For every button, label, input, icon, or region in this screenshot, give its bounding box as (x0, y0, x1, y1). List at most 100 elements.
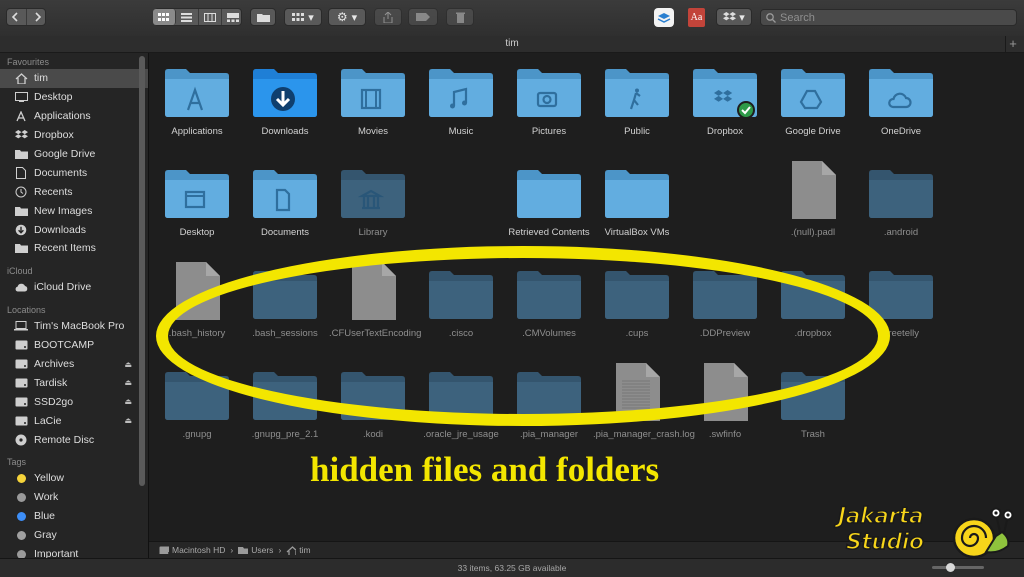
search-icon (766, 12, 776, 23)
path-segment-macintosh-hd[interactable]: Macintosh HD (159, 545, 225, 555)
sidebar-item-tardisk[interactable]: Tardisk ⏏ (0, 373, 148, 392)
folder-item[interactable]: OneDrive (857, 66, 945, 138)
folder-item[interactable]: .gnupg_pre_2.1 (241, 369, 329, 441)
edit-tags-button[interactable] (408, 8, 438, 26)
folder-item[interactable]: .pia_manager (505, 369, 593, 441)
eject-icon[interactable]: ⏏ (124, 397, 132, 406)
sidebar-item-archives[interactable]: Archives ⏏ (0, 355, 148, 374)
layers-app-icon[interactable] (654, 8, 674, 27)
file-item[interactable]: .CFUserTextEncoding (329, 262, 421, 340)
folder-item[interactable]: .freetelly (857, 268, 945, 340)
path-segment-tim[interactable]: tim (286, 545, 311, 555)
dictionary-app-icon[interactable]: Aa (688, 8, 705, 27)
sidebar-item-lacie[interactable]: LaCie ⏏ (0, 411, 148, 430)
folder-item[interactable]: Google Drive (769, 66, 857, 138)
sidebar-item-bootcamp[interactable]: BOOTCAMP (0, 336, 148, 355)
sidebar-item-ssd2go[interactable]: SSD2go ⏏ (0, 392, 148, 411)
icon-view-icon[interactable] (152, 9, 176, 25)
sidebar-item-downloads[interactable]: Downloads (0, 220, 148, 239)
eject-icon[interactable]: ⏏ (124, 360, 132, 369)
folder-item[interactable]: .kodi (329, 369, 417, 441)
sidebar-item-work[interactable]: Work (0, 488, 148, 507)
item-label: .kodi (362, 429, 384, 440)
sidebar-item-recents[interactable]: Recents (0, 182, 148, 201)
disk-icon (14, 415, 28, 427)
view-mode-control (152, 8, 244, 26)
file-item[interactable]: .(null).padl (769, 161, 857, 239)
folder-item[interactable]: .cups (593, 268, 681, 340)
folder-item[interactable]: Music (417, 66, 505, 138)
sidebar-scrollbar[interactable] (139, 56, 145, 486)
sidebar-item-label: LaCie (34, 414, 62, 427)
trash-button[interactable] (446, 8, 474, 26)
desktop-icon (14, 91, 28, 103)
sidebar-item-applications[interactable]: Applications (0, 107, 148, 126)
folder-item[interactable]: Downloads (241, 66, 329, 138)
eject-icon[interactable]: ⏏ (124, 378, 132, 387)
document-icon (153, 262, 241, 322)
folder-item[interactable]: Public (593, 66, 681, 138)
folder-item[interactable]: Desktop (153, 167, 241, 239)
folder-item[interactable]: Dropbox (681, 66, 769, 138)
sidebar-item-documents[interactable]: Documents (0, 163, 148, 182)
sidebar-item-icloud-drive[interactable]: iCloud Drive (0, 278, 148, 297)
action-menu-button[interactable]: ⚙ ▾ (328, 8, 366, 26)
item-label: VirtualBox VMs (604, 227, 670, 238)
new-tab-button[interactable]: + (1005, 36, 1020, 52)
folder-item[interactable]: Documents (241, 167, 329, 239)
disk-icon (14, 377, 28, 389)
folder-item[interactable]: .oracle_jre_usage (417, 369, 505, 441)
sidebar-item-blue[interactable]: Blue (0, 507, 148, 526)
sidebar-item-tim[interactable]: tim (0, 69, 148, 88)
sidebar-item-desktop[interactable]: Desktop (0, 88, 148, 107)
folder-item[interactable]: .dropbox (769, 268, 857, 340)
folder-item[interactable]: VirtualBox VMs (593, 167, 681, 239)
slider-knob[interactable] (945, 563, 955, 572)
folder-icon (329, 167, 417, 221)
group-by-button[interactable]: ▾ (284, 8, 322, 26)
snail-mascot-icon (952, 507, 1014, 559)
folder-item[interactable]: .bash_sessions (241, 268, 329, 340)
sidebar-item-yellow[interactable]: Yellow (0, 469, 148, 488)
sidebar-item-recent-items[interactable]: Recent Items (0, 239, 148, 258)
gallery-view-icon[interactable] (222, 9, 244, 25)
folder-icon (14, 242, 28, 254)
item-label: .freetelly (883, 328, 919, 339)
folder-item[interactable]: .CMVolumes (505, 268, 593, 340)
file-item[interactable]: .bash_history (153, 262, 241, 340)
sidebar-item-remote-disc[interactable]: Remote Disc (0, 430, 148, 449)
sidebar-item-new-images[interactable]: New Images (0, 201, 148, 220)
folder-item[interactable]: Pictures (505, 66, 593, 138)
dropbox-menu-button[interactable]: ▾ (716, 8, 752, 26)
folder-item[interactable]: Movies (329, 66, 417, 138)
forward-button[interactable] (27, 9, 49, 25)
sidebar-item-gray[interactable]: Gray (0, 526, 148, 545)
new-folder-button[interactable] (250, 8, 276, 26)
file-item[interactable]: LOG .pia_manager_crash.log (593, 363, 695, 441)
column-view-icon[interactable] (199, 9, 222, 25)
file-item[interactable]: .swfinfo (681, 363, 769, 441)
chevron-right-icon: › (278, 545, 282, 555)
folder-item[interactable]: Trash (769, 369, 857, 441)
folder-icon (681, 66, 769, 120)
folder-item[interactable]: .gnupg (153, 369, 241, 441)
folder-item[interactable]: .cisco (417, 268, 505, 340)
sidebar-item-dropbox[interactable]: Dropbox (0, 126, 148, 145)
folder-item[interactable]: .android (857, 167, 945, 239)
share-button[interactable] (374, 8, 402, 26)
path-segment-users[interactable]: Users (238, 545, 273, 555)
folder-item[interactable]: Retrieved Contents (505, 167, 593, 239)
sidebar-item-google-drive[interactable]: Google Drive (0, 145, 148, 164)
folder-item[interactable]: Library (329, 167, 417, 239)
eject-icon[interactable]: ⏏ (124, 416, 132, 425)
back-button[interactable] (4, 9, 27, 25)
item-label: .swfinfo (708, 429, 742, 440)
search-field[interactable] (760, 9, 1017, 26)
icon-size-slider[interactable] (932, 563, 984, 572)
item-label: Trash (801, 429, 825, 440)
sidebar-item-tim-s-macbook-pro[interactable]: Tim's MacBook Pro (0, 317, 148, 336)
list-view-icon[interactable] (176, 9, 199, 25)
folder-item[interactable]: .DDPreview (681, 268, 769, 340)
search-input[interactable] (780, 11, 1000, 24)
folder-item[interactable]: Applications (153, 66, 241, 138)
